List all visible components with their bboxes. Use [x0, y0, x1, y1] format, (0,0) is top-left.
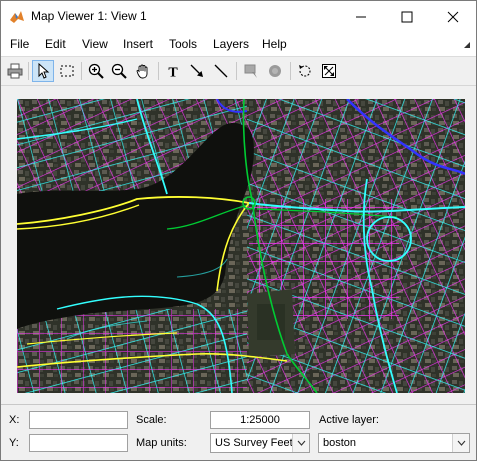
- title-bar: Map Viewer 1: View 1: [1, 1, 476, 32]
- rotate-icon: [299, 65, 311, 77]
- window-title: Map Viewer 1: View 1: [31, 9, 147, 23]
- dock-arrow-icon[interactable]: [462, 40, 470, 48]
- active-layer-label: Active layer:: [319, 414, 379, 426]
- status-bar: X: Y: Scale: 1:25000 Map units: US Surve…: [1, 404, 476, 460]
- info-icon: [269, 65, 281, 77]
- rectangle-select-icon: [60, 65, 74, 77]
- pan-button[interactable]: [132, 60, 154, 82]
- x-label: X:: [9, 414, 20, 426]
- matlab-app-icon: [10, 11, 24, 23]
- menu-help[interactable]: Help: [262, 37, 287, 51]
- menu-file[interactable]: File: [10, 37, 29, 51]
- zoom-out-button[interactable]: [108, 60, 130, 82]
- map-units-dropdown[interactable]: US Survey Feet: [210, 433, 310, 453]
- menu-edit[interactable]: Edit: [45, 37, 66, 51]
- maximize-button[interactable]: [384, 1, 430, 32]
- active-layer-value: boston: [323, 437, 357, 449]
- menu-insert[interactable]: Insert: [123, 37, 153, 51]
- toolbar-separator: [236, 62, 237, 80]
- map-units-dropdown-button[interactable]: [292, 434, 309, 452]
- fit-view-button[interactable]: [318, 60, 340, 82]
- map-canvas[interactable]: [17, 99, 465, 393]
- close-button[interactable]: [430, 1, 476, 32]
- scale-input[interactable]: 1:25000: [210, 411, 310, 429]
- menu-view[interactable]: View: [82, 37, 108, 51]
- toolbar-separator: [81, 62, 82, 80]
- map-display-area: [1, 86, 476, 404]
- active-layer-dropdown-button[interactable]: [452, 434, 469, 452]
- svg-text:T: T: [168, 66, 178, 80]
- print-button[interactable]: [4, 60, 26, 82]
- fit-view-icon: [322, 64, 336, 78]
- insert-text-button[interactable]: T: [162, 60, 184, 82]
- chevron-down-icon: [297, 440, 305, 446]
- close-icon: [447, 11, 459, 22]
- toolbar: T: [1, 57, 476, 86]
- map-units-value: US Survey Feet: [215, 437, 293, 449]
- menu-layers[interactable]: Layers: [213, 37, 249, 51]
- arrow-tool-icon: [190, 64, 203, 77]
- map-units-label: Map units:: [136, 437, 187, 449]
- y-label: Y:: [9, 437, 19, 449]
- map-viewer-window: Map Viewer 1: View 1 File Edit View Inse…: [0, 0, 477, 461]
- line-tool-icon: [214, 64, 228, 78]
- toolbar-separator: [290, 62, 291, 80]
- insert-line-button[interactable]: [210, 60, 232, 82]
- print-icon: [7, 63, 23, 79]
- select-button[interactable]: [32, 60, 54, 82]
- chevron-down-icon: [457, 440, 465, 446]
- y-coordinate-field: [29, 434, 128, 452]
- text-tool-icon: T: [168, 66, 178, 80]
- minimize-icon: [356, 16, 366, 17]
- pan-hand-icon: [136, 64, 148, 79]
- zoom-in-icon: [88, 63, 104, 79]
- toolbar-separator: [158, 62, 159, 80]
- x-coordinate-field: [29, 411, 128, 429]
- select-arrow-icon: [38, 63, 50, 79]
- boston-map-image: [17, 99, 465, 393]
- menu-bar: File Edit View Insert Tools Layers Help: [1, 32, 476, 57]
- zoom-out-icon: [111, 63, 127, 79]
- insert-arrow-button[interactable]: [186, 60, 208, 82]
- info-button[interactable]: [264, 60, 286, 82]
- scale-label: Scale:: [136, 414, 167, 426]
- active-layer-dropdown[interactable]: boston: [318, 433, 470, 453]
- rectangle-select-button[interactable]: [56, 60, 78, 82]
- toolbar-separator: [28, 62, 29, 80]
- rotate-button[interactable]: [294, 60, 316, 82]
- minimize-button[interactable]: [338, 1, 384, 32]
- maximize-icon: [401, 11, 413, 22]
- zoom-in-button[interactable]: [85, 60, 107, 82]
- datatip-icon: [244, 64, 257, 78]
- menu-tools[interactable]: Tools: [169, 37, 197, 51]
- datatip-button[interactable]: [240, 60, 262, 82]
